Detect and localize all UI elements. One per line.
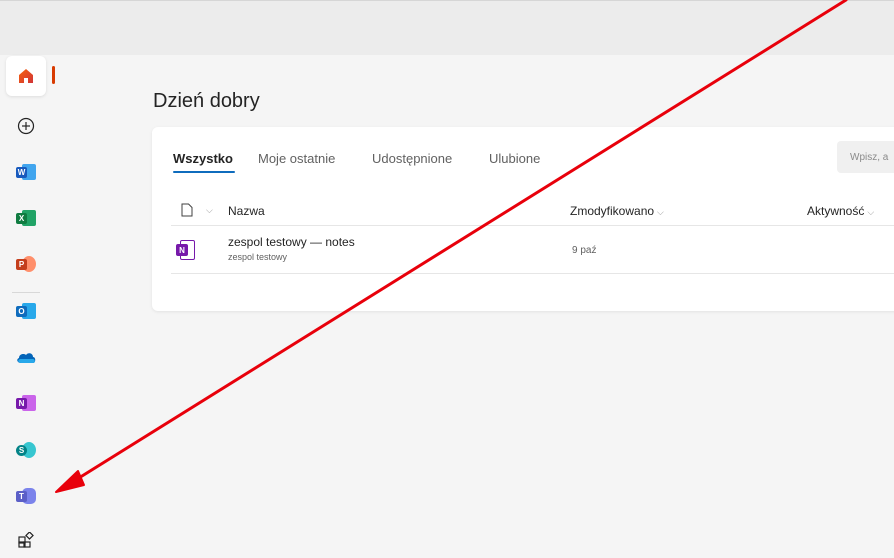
annotation-arrow — [55, 0, 848, 493]
